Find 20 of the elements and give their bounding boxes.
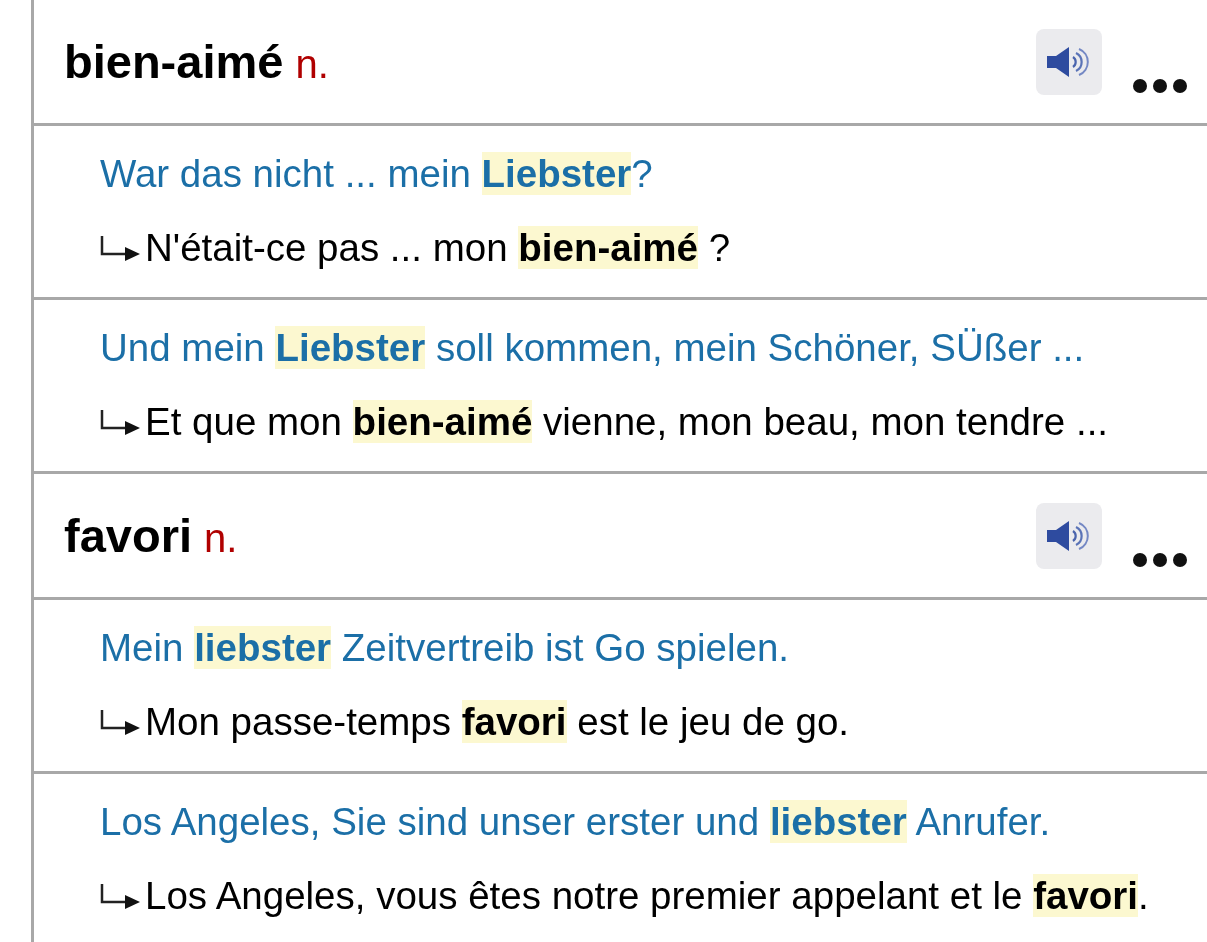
example-sentence: Los Angeles, Sie sind unser erster und liebster Anrufer.	[99, 800, 1051, 844]
return-arrow-icon	[98, 408, 140, 436]
translation-sentence: Et que mon bien-aimé vienne, mon beau, mon tendre ...	[145, 400, 1109, 444]
part-of-speech: n.	[204, 516, 238, 561]
headword: favori	[64, 508, 192, 563]
more-icon[interactable]	[1132, 77, 1188, 94]
speaker-button[interactable]	[1036, 28, 1102, 95]
return-arrow-icon	[98, 708, 140, 736]
return-arrow-icon	[98, 234, 140, 262]
speaker-button[interactable]	[1036, 502, 1102, 569]
example-sentence: War das nicht ... mein Liebster?	[99, 152, 653, 196]
translation-sentence: Mon passe-temps favori est le jeu de go.	[145, 700, 850, 744]
more-icon[interactable]	[1132, 551, 1188, 568]
part-of-speech: n.	[295, 42, 329, 87]
return-arrow-icon	[98, 882, 140, 910]
headword: bien-aimé	[64, 34, 284, 89]
translation-sentence: Los Angeles, vous êtes notre premier appelant et le favori.	[145, 874, 1149, 918]
translation-sentence: N'était-ce pas ... mon bien-aimé ?	[145, 226, 731, 270]
example-sentence: Und mein Liebster soll kommen, mein Schöner, SÜßer ...	[99, 326, 1085, 370]
example-sentence: Mein liebster Zeitvertreib ist Go spielen.	[99, 626, 789, 670]
